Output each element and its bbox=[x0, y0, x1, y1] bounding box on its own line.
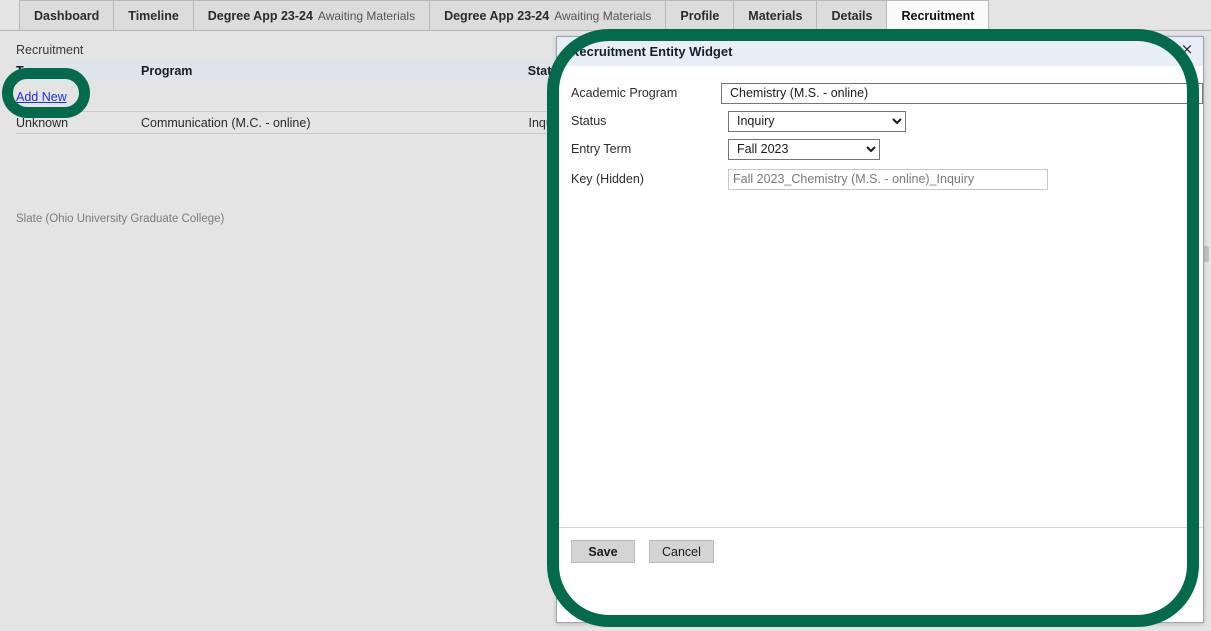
tab-label: Profile bbox=[680, 8, 720, 23]
tab-details[interactable]: Details bbox=[816, 0, 887, 30]
cell-program: Communication (M.C. - online) bbox=[141, 115, 311, 130]
tab-label: Timeline bbox=[128, 8, 179, 23]
field-row-academic-program: Academic Program Chemistry (M.S. - onlin… bbox=[557, 79, 1203, 107]
add-new-link[interactable]: Add New bbox=[16, 90, 67, 104]
slate-footer: Slate (Ohio University Graduate College) bbox=[16, 213, 225, 225]
cell-term: Unknown bbox=[16, 115, 69, 130]
field-row-entry-term: Entry Term Fall 2023 bbox=[557, 135, 1203, 163]
label-status: Status bbox=[571, 114, 607, 128]
entry-term-select[interactable]: Fall 2023 bbox=[728, 138, 880, 160]
tab-label: Degree App 23-24 bbox=[207, 8, 313, 23]
dialog-body: Academic Program Chemistry (M.S. - onlin… bbox=[557, 67, 1203, 575]
tab-materials[interactable]: Materials bbox=[733, 0, 817, 30]
tab-dashboard[interactable]: Dashboard bbox=[19, 0, 114, 30]
tab-profile[interactable]: Profile bbox=[665, 0, 734, 30]
tab-degree-app-23-24-2[interactable]: Degree App 23-24 Awaiting Materials bbox=[429, 0, 666, 30]
tab-label: Dashboard bbox=[34, 8, 100, 23]
cancel-button[interactable]: Cancel bbox=[649, 540, 714, 563]
label-entry-term: Entry Term bbox=[571, 142, 632, 156]
column-header-term: Term bbox=[16, 64, 46, 78]
tab-sublabel: Awaiting Materials bbox=[317, 8, 416, 23]
academic-program-select[interactable]: Chemistry (M.S. - online) bbox=[721, 82, 1203, 104]
tab-recruitment[interactable]: Recruitment bbox=[886, 0, 990, 30]
status-select[interactable]: Inquiry bbox=[728, 110, 906, 132]
field-row-status: Status Inquiry bbox=[557, 107, 1203, 135]
tab-label: Details bbox=[831, 8, 873, 23]
cell-status: Inquiry bbox=[528, 115, 566, 130]
tab-label: Recruitment bbox=[901, 8, 975, 23]
key-hidden-input[interactable] bbox=[728, 168, 1048, 190]
app-root: Dashboard Timeline Degree App 23-24 Awai… bbox=[0, 0, 1211, 631]
close-icon[interactable]: × bbox=[1179, 42, 1195, 58]
tab-label: Degree App 23-24 bbox=[444, 8, 550, 23]
column-header-status: Status bbox=[527, 64, 566, 78]
tab-sublabel: Awaiting Materials bbox=[554, 8, 652, 23]
label-key-hidden: Key (Hidden) bbox=[571, 172, 644, 186]
dialog-title: Recruitment Entity Widget bbox=[570, 44, 733, 59]
tab-bar: Dashboard Timeline Degree App 23-24 Awai… bbox=[0, 0, 1211, 31]
dialog-header: Recruitment Entity Widget × bbox=[557, 37, 1203, 67]
label-academic-program: Academic Program bbox=[571, 86, 678, 100]
tab-label: Materials bbox=[748, 8, 803, 23]
section-title: Recruitment bbox=[16, 43, 84, 57]
tab-timeline[interactable]: Timeline bbox=[113, 0, 193, 30]
tab-degree-app-23-24-1[interactable]: Degree App 23-24 Awaiting Materials bbox=[192, 0, 430, 30]
add-new-cell: Add New bbox=[16, 90, 141, 104]
dialog-footer: Save Cancel bbox=[557, 527, 1203, 575]
column-header-program: Program bbox=[141, 64, 193, 78]
save-button[interactable]: Save bbox=[571, 540, 635, 563]
field-row-key-hidden: Key (Hidden) bbox=[557, 165, 1203, 193]
recruitment-entity-widget-dialog: Recruitment Entity Widget × Academic Pro… bbox=[556, 36, 1204, 623]
